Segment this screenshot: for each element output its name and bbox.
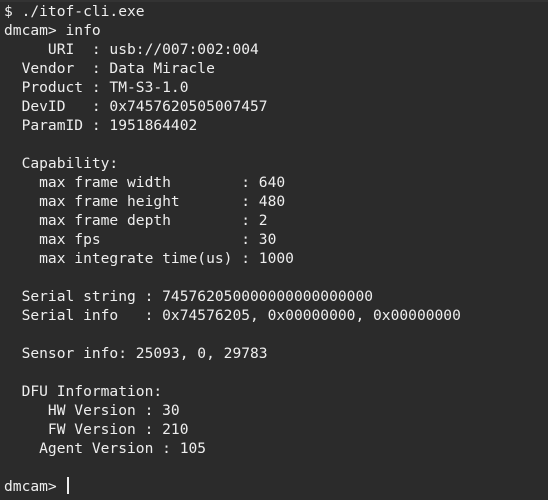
output-line-max-frame-depth: max frame depth : 2: [4, 212, 268, 229]
text-cursor: [66, 477, 69, 494]
output-line-hw-version: HW Version : 30: [4, 402, 180, 419]
output-line-uri: URI : usb://007:002:004: [4, 41, 259, 58]
command-line: dmcam> info: [4, 22, 101, 39]
command-line: $ ./itof-cli.exe: [4, 3, 145, 20]
output-line-max-frame-width: max frame width : 640: [4, 174, 286, 191]
output-line-vendor: Vendor : Data Miracle: [4, 60, 215, 77]
output-line-max-integrate-time: max integrate time(us) : 1000: [4, 250, 294, 267]
output-line-serial-info: Serial info : 0x74576205, 0x00000000, 0x…: [4, 307, 461, 324]
output-line-product: Product : TM-S3-1.0: [4, 79, 189, 96]
output-line-sensor-info: Sensor info: 25093, 0, 29783: [4, 345, 268, 362]
output-line-max-frame-height: max frame height : 480: [4, 193, 286, 210]
output-line-serial-string: Serial string : 745762050000000000000000: [4, 288, 374, 305]
output-line-paramid: ParamID : 1951864402: [4, 117, 198, 134]
output-line-capability-heading: Capability:: [4, 155, 119, 172]
output-line-agent-version: Agent Version : 105: [4, 440, 207, 457]
prompt-label: dmcam>: [4, 478, 66, 495]
terminal-output: $ ./itof-cli.exe dmcam> info URI : usb:/…: [4, 2, 548, 458]
output-line-dfu-heading: DFU Information:: [4, 383, 163, 400]
output-line-max-fps: max fps : 30: [4, 231, 277, 248]
input-prompt-line[interactable]: dmcam>: [4, 477, 69, 496]
output-line-fw-version: FW Version : 210: [4, 421, 189, 438]
output-line-devid: DevID : 0x7457620505007457: [4, 98, 268, 115]
terminal-window[interactable]: $ ./itof-cli.exe dmcam> info URI : usb:/…: [0, 0, 548, 500]
